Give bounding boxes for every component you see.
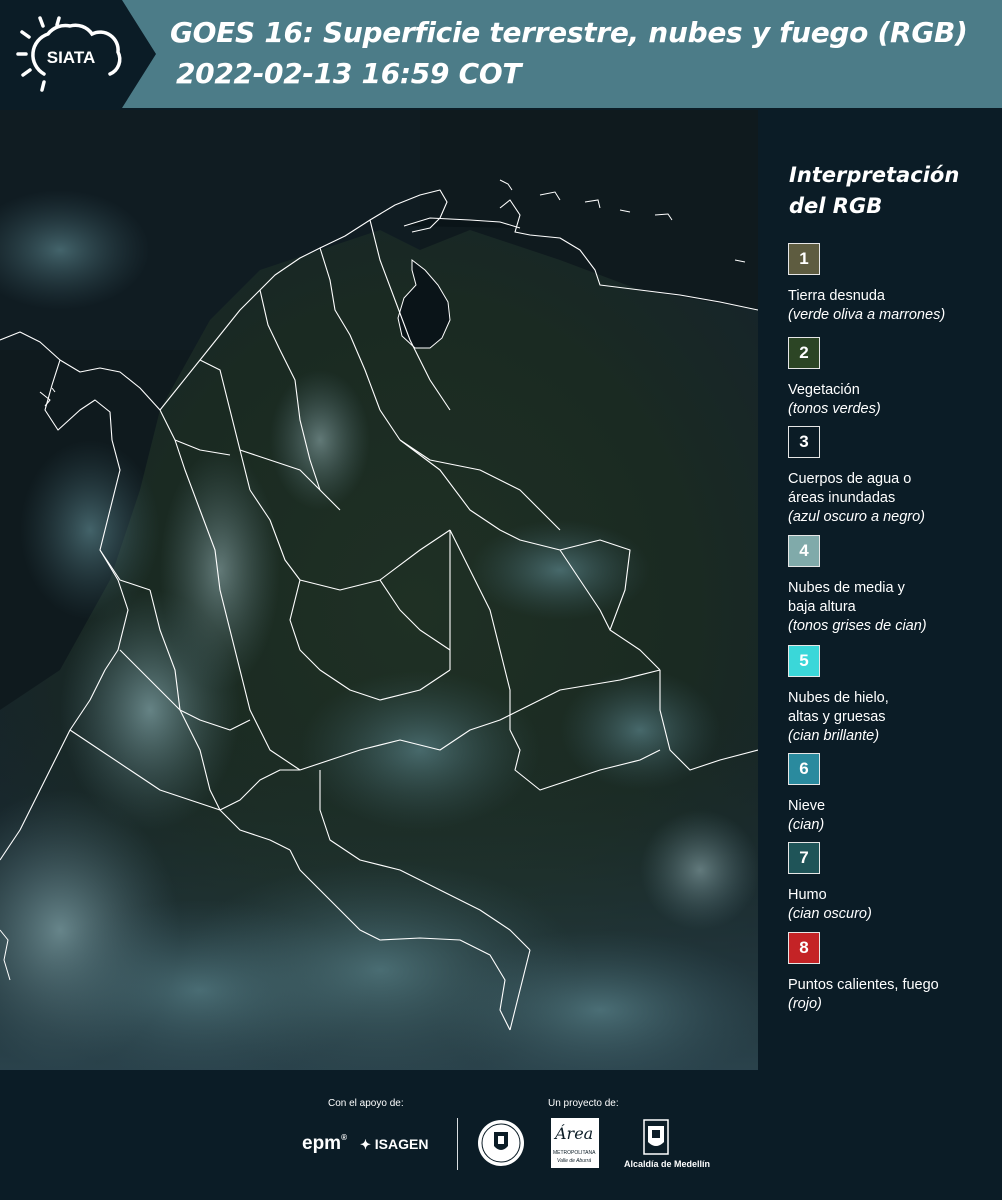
isagen-icon: ✦ [360,1137,371,1152]
legend-label: Nieve (cian) [788,797,998,835]
legend-note: (cian) [788,817,825,833]
legend-panel: Interpretación del RGB 1 Tierra desnuda … [762,110,1002,1070]
university-seal-icon [478,1120,524,1166]
legend-note: (tonos grises de cian) [788,618,927,634]
area-logo-sub: METROPOLITANA [553,1150,596,1156]
epm-logo-text: epm [302,1133,342,1154]
area-metropolitana-logo: Área METROPOLITANA Valle de Aburrá [551,1118,599,1168]
legend-item-7: 7 Humo (cian oscuro) [788,842,998,924]
legend-title-line1: Interpretación [789,163,960,187]
legend-note: (rojo) [788,996,822,1012]
legend-title: Interpretación del RGB [789,160,989,222]
header-bar: SIATA GOES 16: Superficie terrestre, nub… [0,0,1002,108]
legend-label: Vegetación (tonos verdes) [788,381,998,419]
legend-swatch: 7 [788,842,820,874]
legend-item-4: 4 Nubes de media y baja altura (tonos gr… [788,535,998,636]
footer: Con el apoyo de: Un proyecto de: epm® ✦ … [0,1070,1002,1200]
legend-note: (azul oscuro a negro) [788,509,926,525]
epm-logo: epm® [302,1133,347,1154]
legend-note: (verde oliva a marrones) [788,307,946,323]
legend-swatch: 4 [788,535,820,567]
legend-text: altas y gruesas [788,709,886,725]
legend-swatch: 1 [788,243,820,275]
legend-label: Tierra desnuda (verde oliva a marrones) [788,287,998,325]
legend-label: Nubes de media y baja altura (tonos gris… [788,579,998,636]
legend-text: Vegetación [788,382,860,398]
project-label: Un proyecto de: [548,1098,619,1109]
page-title: GOES 16: Superficie terrestre, nubes y f… [170,16,968,49]
isagen-logo: ✦ ISAGEN [360,1136,428,1153]
alcaldia-label: Alcaldía de Medellín [624,1159,711,1169]
legend-text: Puntos calientes, fuego [788,977,939,993]
legend-item-3: 3 Cuerpos de agua o áreas inundadas (azu… [788,426,998,527]
legend-title-line2: del RGB [789,194,883,218]
legend-item-6: 6 Nieve (cian) [788,753,998,835]
legend-label: Puntos calientes, fuego (rojo) [788,976,998,1014]
legend-item-2: 2 Vegetación (tonos verdes) [788,337,998,419]
legend-item-5: 5 Nubes de hielo, altas y gruesas (cian … [788,645,998,746]
legend-text: áreas inundadas [788,490,896,506]
legend-label: Cuerpos de agua o áreas inundadas (azul … [788,470,998,527]
siata-logo-text: SIATA [47,48,95,67]
timestamp-title: 2022-02-13 16:59 COT [176,57,522,90]
legend-swatch: 2 [788,337,820,369]
area-logo-text: Área [555,1124,594,1143]
area-logo-sub2: Valle de Aburrá [557,1158,592,1164]
legend-text: Nubes de hielo, [788,690,889,706]
legend-item-1: 1 Tierra desnuda (verde oliva a marrones… [788,243,998,325]
support-label: Con el apoyo de: [328,1098,404,1109]
isagen-logo-text: ISAGEN [374,1136,429,1152]
legend-label: Humo (cian oscuro) [788,886,998,924]
legend-text: Nubes de media y [788,580,905,596]
map-svg [0,110,758,1070]
legend-note: (cian brillante) [788,728,880,744]
legend-text: Nieve [788,798,826,814]
legend-swatch: 5 [788,645,820,677]
legend-text: baja altura [788,599,856,615]
legend-text: Cuerpos de agua o [788,471,912,487]
medellin-shield-icon [643,1119,669,1155]
legend-swatch: 8 [788,932,820,964]
legend-text: Tierra desnuda [788,288,885,304]
legend-swatch: 6 [788,753,820,785]
legend-note: (cian oscuro) [788,906,872,922]
legend-note: (tonos verdes) [788,401,881,417]
legend-swatch: 3 [788,426,820,458]
legend-text: Humo [788,887,827,903]
footer-divider [457,1118,458,1170]
satellite-map [0,110,758,1070]
siata-logo: SIATA [16,16,122,92]
legend-item-8: 8 Puntos calientes, fuego (rojo) [788,932,998,1014]
legend-label: Nubes de hielo, altas y gruesas (cian br… [788,689,998,746]
